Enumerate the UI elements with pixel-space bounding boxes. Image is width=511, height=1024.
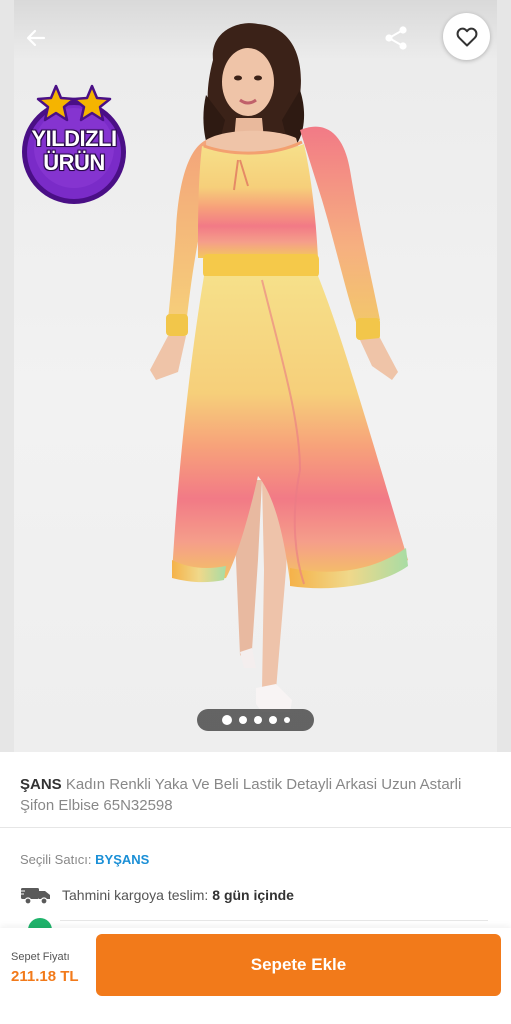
seller-label: Seçili Satıcı: xyxy=(20,852,92,867)
product-title: ŞANS Kadın Renkli Yaka Ve Beli Lastik De… xyxy=(20,774,491,816)
delivery-estimate-row: Tahmini kargoya teslim: 8 gün içinde xyxy=(20,885,294,905)
gallery-dot-3[interactable] xyxy=(253,716,262,724)
section-divider xyxy=(60,920,488,921)
back-button[interactable] xyxy=(16,18,56,58)
share-icon xyxy=(385,26,407,50)
arrow-left-icon xyxy=(26,29,46,47)
product-image-gallery[interactable]: YILDIZLI ÜRÜN xyxy=(0,0,511,752)
heart-icon xyxy=(456,27,477,46)
badge-line-1: YILDIZLI xyxy=(31,126,117,151)
favorite-button[interactable] xyxy=(443,13,490,60)
truck-icon xyxy=(20,888,50,905)
starred-product-badge: YILDIZLI ÜRÜN xyxy=(12,82,136,206)
product-name: Kadın Renkli Yaka Ve Beli Lastik Detayli… xyxy=(20,776,462,814)
gallery-dot-4[interactable] xyxy=(268,716,277,724)
add-to-cart-button[interactable]: Sepete Ekle xyxy=(96,934,501,996)
delivery-label: Tahmini kargoya teslim: xyxy=(62,887,209,903)
cart-price-label: Sepet Fiyatı xyxy=(11,951,70,963)
gallery-dot-5[interactable] xyxy=(283,717,290,723)
badge-line-2: ÜRÜN xyxy=(43,150,105,175)
add-to-cart-bar: Sepet Fiyatı 211.18 TL Sepete Ekle xyxy=(0,928,511,1024)
gallery-dot-1[interactable] xyxy=(221,715,232,725)
product-title-block: ŞANS Kadın Renkli Yaka Ve Beli Lastik De… xyxy=(0,752,511,828)
gallery-dot-2[interactable] xyxy=(238,716,247,724)
gallery-pagination[interactable] xyxy=(197,709,314,731)
seller-name-link[interactable]: BYŞANS xyxy=(95,852,149,867)
seller-row: Seçili Satıcı: BYŞANS xyxy=(20,852,149,867)
share-button[interactable] xyxy=(376,18,416,58)
cart-price: 211.18 TL xyxy=(11,968,79,985)
delivery-value: 8 gün içinde xyxy=(212,887,294,903)
product-brand[interactable]: ŞANS xyxy=(20,776,62,793)
